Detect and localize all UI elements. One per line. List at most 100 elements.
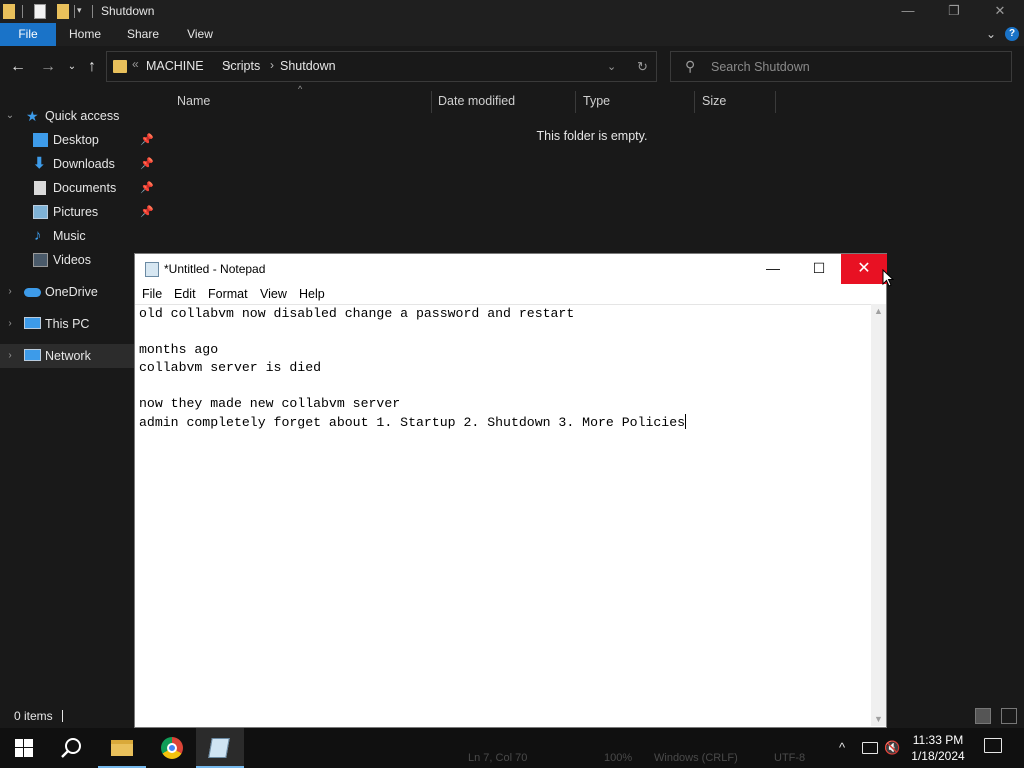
notepad-icon[interactable] [145, 262, 159, 277]
text-line: admin completely forget about 1. Startup… [139, 415, 686, 430]
sidebar-item-music[interactable]: ♪ Music [0, 224, 158, 248]
text-line: now they made new collabvm server [139, 396, 401, 411]
notepad-titlebar[interactable]: *Untitled - Notepad — ☐ ✕ [135, 254, 887, 284]
minimize-button[interactable]: — [885, 0, 931, 23]
menu-help[interactable]: Help [299, 287, 325, 301]
window-title: Shutdown [101, 4, 155, 18]
sidebar-item-documents[interactable]: Documents 📌 [0, 176, 158, 200]
search-button[interactable] [48, 728, 96, 768]
vertical-scrollbar[interactable]: ▲ ▼ [871, 304, 886, 726]
notepad-status-zoom: 100% [604, 752, 633, 764]
taskbar: Ln 7, Col 70 100% Windows (CRLF) UTF-8 ^… [0, 728, 1024, 768]
column-divider[interactable] [431, 91, 432, 113]
minimize-button[interactable]: — [750, 254, 796, 284]
notepad-status-line-ending: Windows (CRLF) [654, 752, 738, 764]
notepad-taskbar-button[interactable] [196, 728, 244, 768]
expand-chevron-icon[interactable]: › [4, 312, 16, 336]
sidebar-item-label: Desktop [53, 133, 99, 147]
network-tray-icon[interactable] [862, 742, 878, 754]
sort-ascending-icon: ^ [298, 84, 303, 94]
forward-button[interactable]: → [38, 56, 58, 78]
column-divider[interactable] [575, 91, 576, 113]
text-line: collabvm server is died [139, 360, 322, 375]
breadcrumb-separator-icon[interactable]: › [270, 58, 274, 72]
column-header-size[interactable]: Size [702, 88, 726, 114]
refresh-icon[interactable]: ↻ [637, 59, 648, 75]
sidebar-item-label: Pictures [53, 205, 99, 219]
tab-home[interactable]: Home [58, 23, 112, 46]
pin-icon[interactable]: 📌 [140, 200, 154, 224]
text-line-last: admin completely forget about 1. Startup… [139, 414, 687, 430]
notepad-title: *Untitled - Notepad [164, 262, 266, 276]
breadcrumb-scripts[interactable]: Scripts [222, 59, 260, 73]
details-view-icon[interactable] [975, 708, 991, 724]
maximize-button[interactable]: ☐ [796, 254, 842, 284]
divider [62, 710, 63, 722]
chrome-taskbar-button[interactable] [148, 728, 196, 768]
text-editor[interactable]: old collabvm now disabled change a passw… [135, 304, 871, 726]
breadcrumb-machine[interactable]: MACHINE [146, 59, 204, 73]
recent-locations-button[interactable]: ⌄ [62, 56, 82, 78]
clock-date: 1/18/2024 [911, 749, 965, 763]
restore-button[interactable]: ❐ [931, 0, 977, 23]
help-icon[interactable]: ? [1005, 27, 1019, 41]
menu-edit[interactable]: Edit [174, 287, 196, 301]
new-folder-icon[interactable] [57, 4, 69, 19]
column-divider[interactable] [775, 91, 776, 113]
customize-qat-icon[interactable]: ▾ [77, 5, 82, 16]
sidebar-item-desktop[interactable]: Desktop 📌 [0, 128, 158, 152]
menu-file[interactable]: File [142, 287, 162, 301]
sidebar-item-label: Downloads [53, 157, 115, 171]
breadcrumb-shutdown[interactable]: Shutdown [280, 59, 336, 73]
back-button[interactable]: ← [8, 56, 28, 78]
scroll-up-icon[interactable]: ▲ [871, 306, 886, 316]
ribbon: File Home Share View ⌄ ? [0, 23, 1024, 46]
tab-view[interactable]: View [174, 23, 226, 46]
column-divider[interactable] [694, 91, 695, 113]
address-bar[interactable]: « MACHINE › Scripts › Shutdown ⌄ ↻ [106, 51, 657, 82]
address-dropdown-icon[interactable]: ⌄ [607, 60, 616, 73]
file-explorer-taskbar-button[interactable] [98, 728, 146, 768]
scroll-down-icon[interactable]: ▼ [871, 714, 886, 724]
show-hidden-icons-icon[interactable]: ^ [839, 740, 845, 755]
notifications-icon[interactable] [984, 738, 1002, 753]
up-button[interactable]: ↑ [82, 56, 102, 78]
close-button[interactable]: ✕ [977, 0, 1023, 23]
expand-chevron-icon[interactable]: › [4, 344, 16, 368]
folder-icon [3, 4, 15, 19]
volume-muted-icon[interactable]: 🔇 [884, 740, 900, 756]
start-button[interactable] [0, 728, 48, 768]
pin-icon[interactable]: 📌 [140, 152, 154, 176]
tab-file[interactable]: File [0, 23, 56, 46]
pin-icon[interactable]: 📌 [140, 176, 154, 200]
navigation-bar: ← → ⌄ ↑ « MACHINE › Scripts › Shutdown ⌄… [0, 46, 1024, 88]
cloud-icon [24, 288, 41, 297]
column-header-date-modified[interactable]: Date modified [438, 88, 515, 114]
sidebar-item-label: This PC [45, 317, 90, 331]
address-overflow[interactable]: « [132, 57, 139, 71]
search-input[interactable]: ⚲ Search Shutdown [670, 51, 1012, 82]
videos-icon [33, 253, 48, 267]
menu-view[interactable]: View [260, 287, 287, 301]
close-button[interactable]: ✕ [841, 254, 887, 284]
column-header-type[interactable]: Type [583, 88, 610, 114]
large-icons-view-icon[interactable] [1001, 708, 1017, 724]
sidebar-item-quick-access[interactable]: ⌄ ★ Quick access [0, 104, 158, 128]
pin-icon[interactable]: 📌 [140, 128, 154, 152]
menu-format[interactable]: Format [208, 287, 248, 301]
tab-share[interactable]: Share [114, 23, 172, 46]
text-caret [685, 414, 687, 429]
chrome-icon [161, 737, 183, 759]
expand-ribbon-icon[interactable]: ⌄ [983, 23, 999, 46]
search-placeholder: Search Shutdown [711, 60, 810, 74]
column-header-name[interactable]: Name [177, 88, 210, 114]
collapse-chevron-icon[interactable]: ⌄ [4, 104, 16, 128]
properties-icon[interactable] [34, 4, 46, 19]
clock[interactable]: 11:33 PM 1/18/2024 [906, 732, 970, 764]
expand-chevron-icon[interactable]: › [4, 280, 16, 304]
sidebar-item-downloads[interactable]: ⬇ Downloads 📌 [0, 152, 158, 176]
empty-folder-message: This folder is empty. [536, 129, 648, 143]
documents-icon [34, 181, 46, 195]
sidebar-item-label: Videos [53, 253, 91, 267]
sidebar-item-pictures[interactable]: Pictures 📌 [0, 200, 158, 224]
